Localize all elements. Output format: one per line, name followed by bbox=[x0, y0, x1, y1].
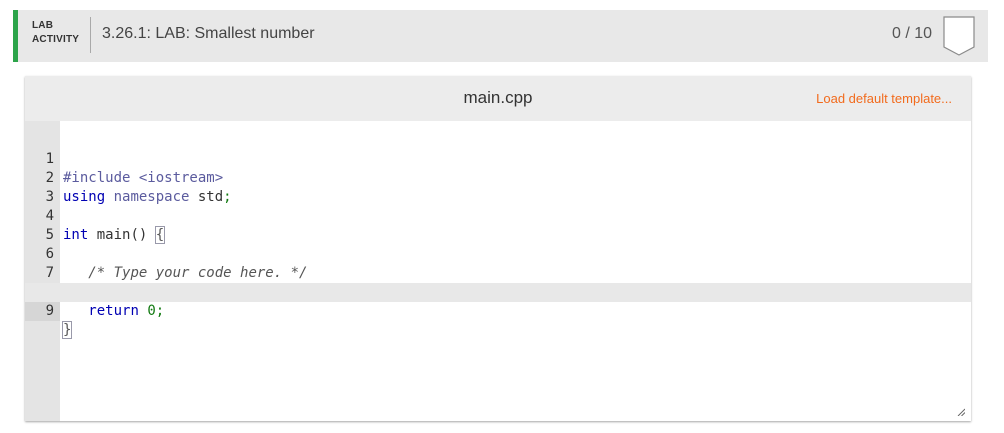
lab-title: 3.26.1: LAB: Smallest number bbox=[102, 25, 315, 42]
code-token: 0 bbox=[147, 303, 156, 319]
header-divider bbox=[90, 17, 91, 53]
code-token: } bbox=[61, 321, 73, 339]
code-line[interactable]: 8 return 0; bbox=[25, 264, 971, 319]
lab-tag-line2: ACTIVITY bbox=[32, 34, 80, 45]
code-token: ; bbox=[155, 303, 165, 319]
code-editor-panel: main.cpp Load default template... 1 #inc… bbox=[25, 76, 971, 421]
code-editor[interactable]: 1 #include <iostream> 2 using namespace … bbox=[25, 121, 971, 421]
code-line[interactable]: 1 #include <iostream> bbox=[25, 131, 971, 186]
code-line[interactable]: 3 bbox=[25, 169, 971, 205]
code-line[interactable]: 2 using namespace std; bbox=[25, 150, 971, 205]
lab-header: LAB ACTIVITY 3.26.1: LAB: Smallest numbe… bbox=[13, 10, 988, 62]
bookmark-flag-icon[interactable] bbox=[943, 16, 975, 56]
score-display: 0 / 10 bbox=[891, 25, 932, 42]
code-line[interactable]: 5 bbox=[25, 207, 971, 243]
code-line[interactable]: 6 /* Type your code here. */ bbox=[25, 226, 971, 281]
code-line[interactable]: 7 bbox=[25, 245, 971, 281]
code-lines[interactable]: 1 #include <iostream> 2 using namespace … bbox=[25, 131, 971, 339]
lab-tag-line1: LAB bbox=[32, 20, 54, 31]
line-number: 9 bbox=[25, 302, 60, 321]
resize-grip-icon[interactable] bbox=[957, 408, 965, 416]
lab-activity-tag: LAB ACTIVITY bbox=[32, 19, 79, 47]
code-token: return bbox=[88, 303, 139, 319]
code-line[interactable]: 4 int main() { bbox=[25, 188, 971, 244]
load-default-template-link[interactable]: Load default template... bbox=[816, 91, 952, 106]
code-line-active[interactable]: 9 } bbox=[25, 283, 971, 339]
